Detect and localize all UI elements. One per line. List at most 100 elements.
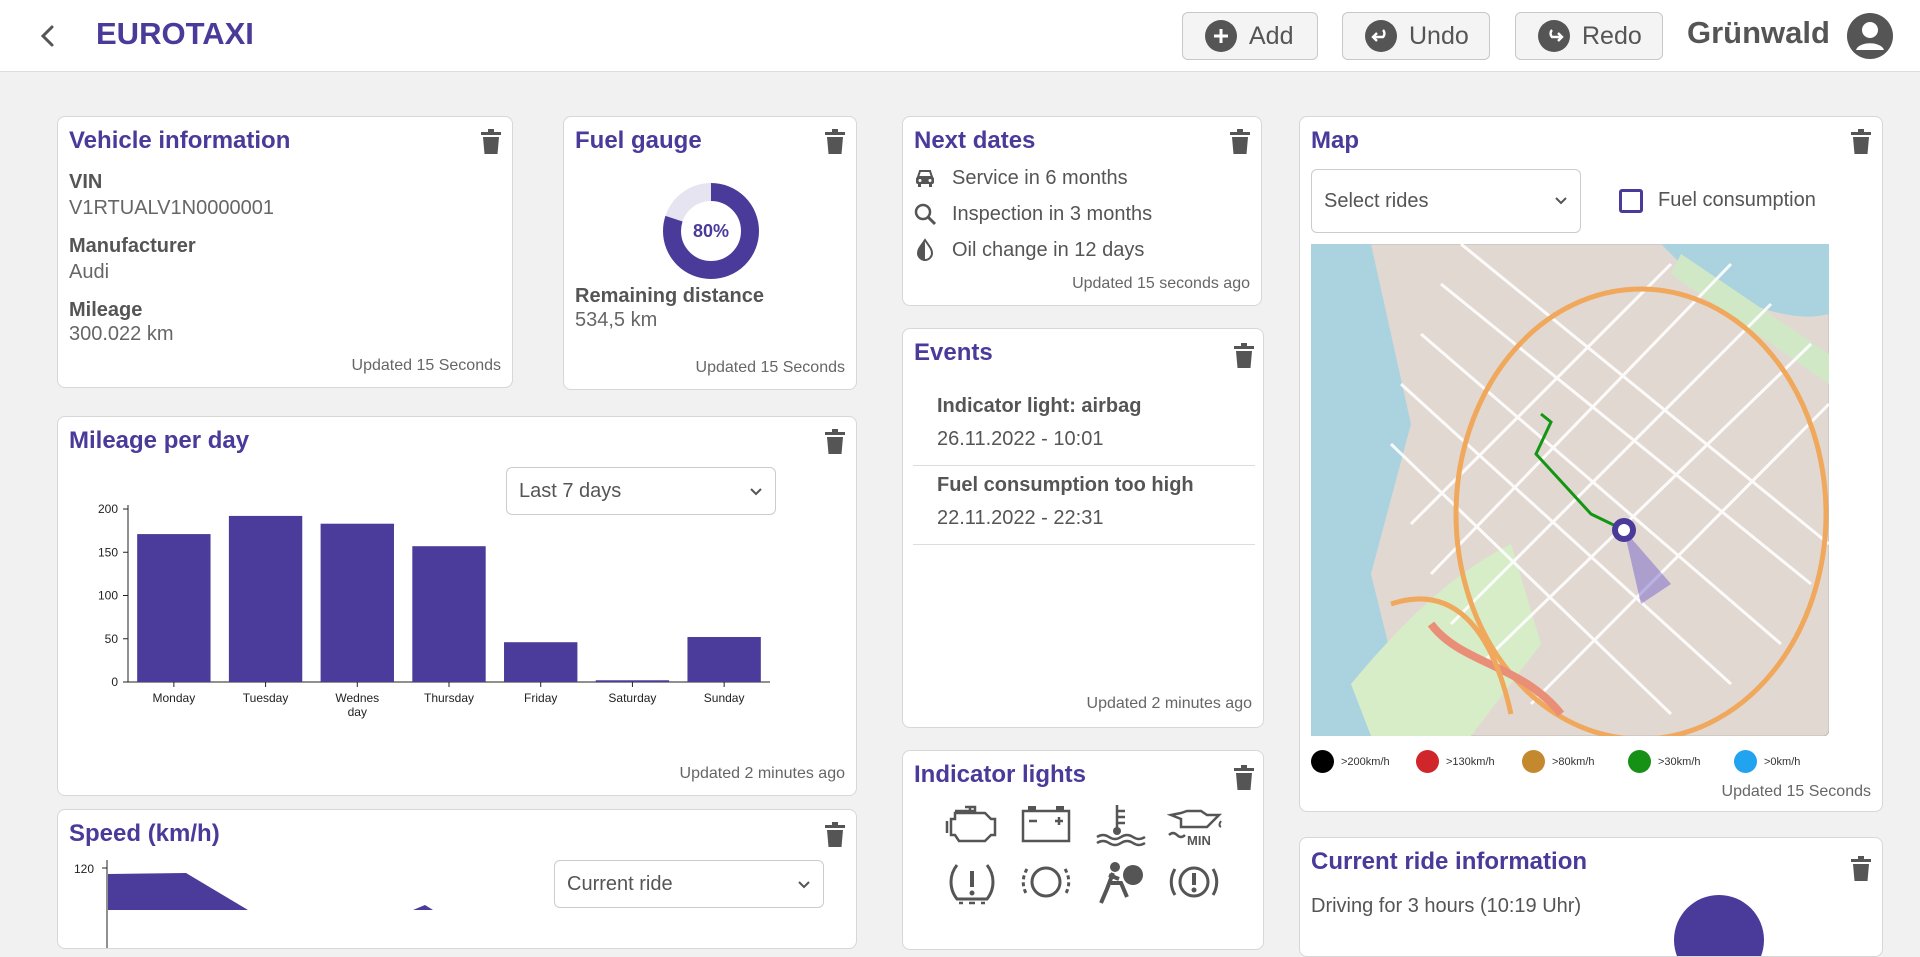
battery-icon — [1021, 806, 1071, 843]
legend-dot — [1734, 750, 1757, 773]
legend-item: >0km/h — [1734, 750, 1800, 773]
trash-icon[interactable] — [824, 429, 846, 455]
avatar-icon[interactable] — [1846, 12, 1894, 60]
x-tick-label: Monday — [153, 691, 196, 705]
fuel-donut: 80% — [663, 183, 759, 279]
fuel-gauge-card: Fuel gauge 80% Remaining distance 534,5 … — [563, 116, 857, 390]
trash-icon[interactable] — [480, 129, 502, 155]
x-tick-label: Saturday — [608, 691, 656, 705]
event-title: Fuel consumption too high — [937, 474, 1194, 496]
next-date-item: Oil change in 12 days — [913, 235, 1144, 265]
add-button-label: Add — [1249, 21, 1294, 50]
next-date-item: Inspection in 3 months — [913, 199, 1152, 229]
x-tick-label: day — [348, 705, 367, 719]
map-card: Map Select rides Fuel consumption >200km… — [1299, 116, 1883, 812]
vin-value: V1RTUALV1N0000001 — [69, 197, 274, 219]
vin-label: VIN — [69, 171, 103, 193]
legend-dot — [1311, 750, 1334, 773]
redo-icon — [1538, 20, 1570, 52]
add-button[interactable]: Add — [1182, 12, 1318, 60]
oil-drop-icon — [916, 238, 934, 261]
vehicle-info-card: Vehicle information VIN V1RTUALV1N000000… — [57, 116, 513, 388]
trash-icon[interactable] — [1229, 129, 1251, 155]
indicator-lights-card: Indicator lights MIN — [902, 750, 1264, 950]
card-title: Current ride information — [1311, 848, 1588, 875]
next-date-text: Inspection in 3 months — [952, 202, 1153, 225]
fuel-percent: 80% — [693, 221, 729, 241]
ride-duration: Driving for 3 hours (10:19 Uhr) — [1311, 895, 1582, 917]
legend-item: >200km/h — [1311, 750, 1390, 773]
y-tick-label: 0 — [111, 675, 118, 689]
trash-icon[interactable] — [1233, 765, 1255, 791]
redo-button-label: Redo — [1582, 21, 1642, 50]
legend-label: >0km/h — [1764, 755, 1801, 768]
card-title: Mileage per day — [69, 427, 250, 454]
updated-text: Updated 15 Seconds — [695, 359, 845, 376]
card-title: Next dates — [914, 127, 1036, 154]
updated-text: Updated 2 minutes ago — [1086, 695, 1252, 712]
rides-select[interactable]: Select rides — [1311, 169, 1581, 233]
oil-min-text: MIN — [1187, 833, 1211, 847]
redo-button[interactable]: Redo — [1515, 12, 1663, 60]
undo-button[interactable]: Undo — [1342, 12, 1490, 60]
legend-label: >200km/h — [1341, 755, 1390, 768]
events-card: Events Indicator light: airbag 26.11.202… — [902, 328, 1264, 728]
card-title: Events — [914, 339, 993, 366]
trash-icon[interactable] — [824, 129, 846, 155]
event-date: 22.11.2022 - 22:31 — [937, 507, 1104, 529]
mileage-label: Mileage — [69, 299, 143, 321]
x-tick-label: Thursday — [424, 691, 474, 705]
bar — [504, 642, 578, 682]
ride-select[interactable]: Current ride — [554, 860, 824, 908]
event-item[interactable]: Fuel consumption too high 22.11.2022 - 2… — [913, 466, 1255, 545]
coolant-temp-icon — [1096, 805, 1146, 847]
top-bar: EUROTAXI Add Undo Redo Grünwald — [0, 0, 1920, 72]
updated-text: Updated 15 seconds ago — [1072, 275, 1250, 292]
current-ride-card: Current ride information Driving for 3 h… — [1299, 837, 1883, 957]
manufacturer-label: Manufacturer — [69, 235, 196, 257]
trash-icon[interactable] — [1233, 343, 1255, 369]
next-date-item: Service in 6 months — [913, 163, 1128, 193]
ride-progress-donut — [1674, 895, 1764, 956]
legend-dot — [1522, 750, 1545, 773]
speed-card: Speed (km/h) 120 Current ride — [57, 809, 857, 949]
legend-item: >130km/h — [1416, 750, 1495, 773]
fuel-consumption-checkbox[interactable] — [1619, 189, 1643, 213]
undo-button-label: Undo — [1409, 21, 1469, 50]
rides-select-value: Select rides — [1324, 189, 1429, 212]
remaining-label: Remaining distance — [575, 285, 764, 307]
bar — [687, 637, 761, 682]
card-title: Indicator lights — [914, 761, 1087, 788]
bar — [595, 680, 670, 682]
card-title: Map — [1311, 127, 1359, 154]
manufacturer-value: Audi — [69, 261, 110, 283]
trash-icon[interactable] — [1850, 129, 1872, 155]
trash-icon[interactable] — [1850, 856, 1872, 882]
ride-select-value: Current ride — [567, 872, 673, 895]
fuel-consumption-label: Fuel consumption — [1658, 189, 1816, 211]
mileage-bar-chart: 0 50 100 150 200 Monday Tuesday Wednesday Thursd… — [98, 502, 770, 719]
undo-icon — [1365, 20, 1397, 52]
card-title: Fuel gauge — [575, 127, 702, 154]
tire-pressure-icon — [949, 864, 995, 905]
next-date-text: Service in 6 months — [952, 166, 1128, 189]
y-tick-label: 200 — [98, 502, 118, 516]
updated-text: Updated 15 Seconds — [351, 357, 501, 374]
plus-icon — [1205, 20, 1237, 52]
airbag-icon — [1099, 862, 1143, 904]
x-tick-label: Tuesday — [243, 691, 289, 705]
legend-item: >30km/h — [1628, 750, 1701, 773]
map-view[interactable] — [1311, 244, 1829, 736]
legend-dot — [1416, 750, 1439, 773]
event-date: 26.11.2022 - 10:01 — [937, 428, 1104, 450]
back-arrow-icon[interactable] — [34, 20, 62, 52]
event-item[interactable]: Indicator light: airbag 26.11.2022 - 10:… — [913, 387, 1255, 466]
user-name: Grünwald — [1687, 15, 1830, 50]
x-tick-label: Sunday — [704, 691, 745, 705]
x-tick-label: Wednes — [335, 691, 379, 705]
bar — [228, 515, 303, 682]
car-icon — [916, 170, 934, 187]
oil-level-icon: MIN — [1167, 809, 1223, 847]
engine-icon — [945, 805, 997, 843]
y-tick-label: 50 — [105, 632, 119, 646]
